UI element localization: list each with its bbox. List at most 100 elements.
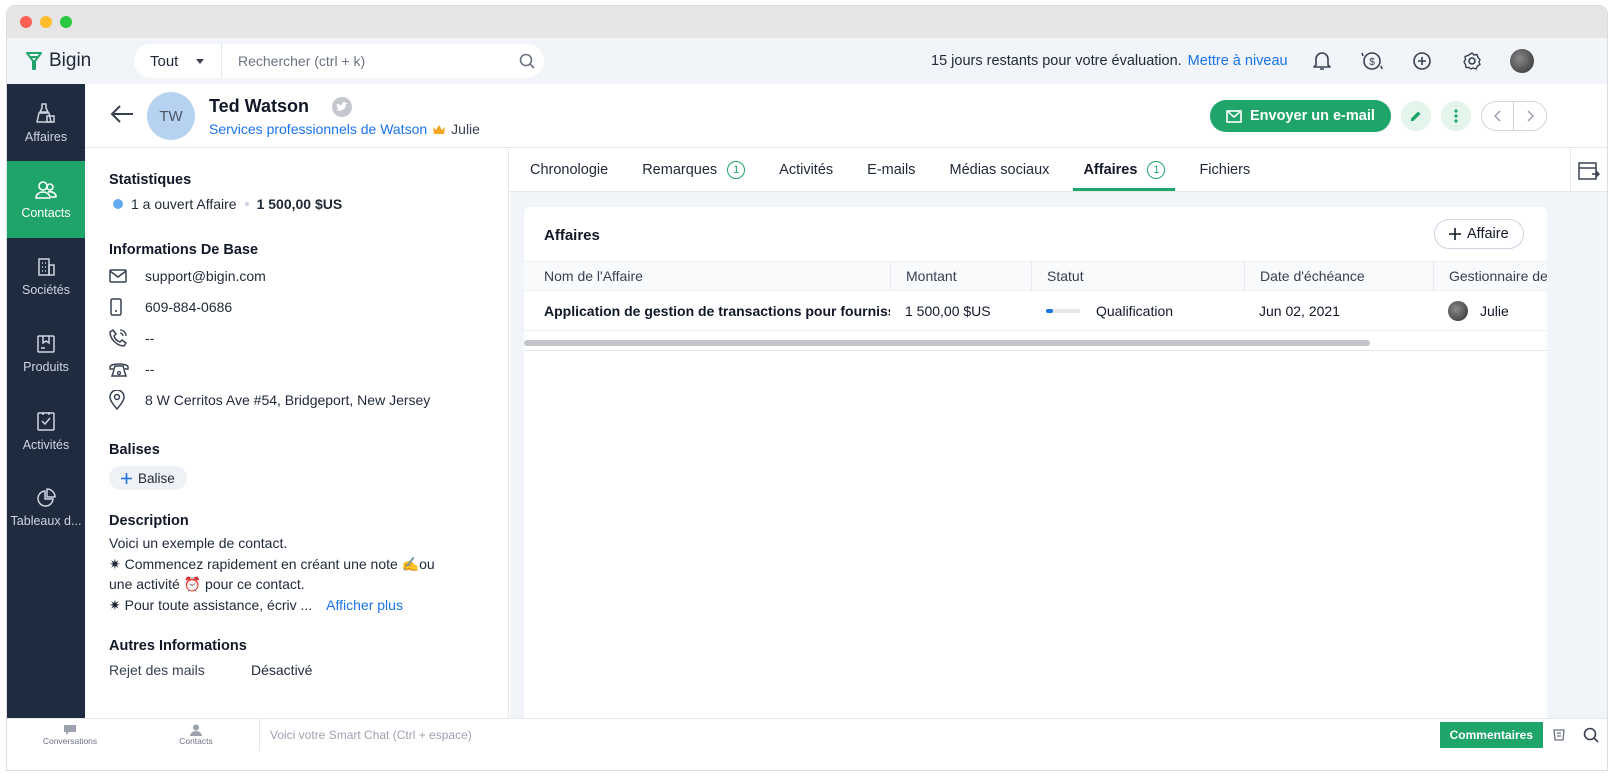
products-icon xyxy=(37,334,55,353)
deals-icon xyxy=(36,102,55,123)
other-info-title: Autres Informations xyxy=(109,638,247,654)
brand-name: Bigin xyxy=(49,50,92,71)
sidebar-item-tableaux[interactable]: Tableaux d... xyxy=(7,469,85,546)
deal-name-cell[interactable]: Application de gestion de transactions p… xyxy=(524,291,890,330)
contacts-chat-button[interactable]: Contacts xyxy=(133,719,259,751)
description-title: Description xyxy=(109,513,189,529)
search-input[interactable]: Rechercher (ctrl + k) xyxy=(222,53,510,69)
header-actions: Envoyer un e-mail xyxy=(1210,100,1547,132)
tags-title: Balises xyxy=(109,442,160,458)
brand-logo[interactable]: Bigin xyxy=(7,50,125,72)
column-header-name[interactable]: Nom de l'Affaire xyxy=(524,262,890,290)
contact-avatar[interactable]: TW xyxy=(147,92,195,140)
column-header-amount[interactable]: Montant xyxy=(890,262,1031,290)
person-icon xyxy=(190,724,202,736)
tab-chronologie[interactable]: Chronologie xyxy=(530,148,608,191)
sidebar-item-label: Sociétés xyxy=(22,282,70,297)
minimize-window-button[interactable] xyxy=(40,16,52,28)
sidebar-item-affaires[interactable]: Affaires xyxy=(7,84,85,161)
table-row[interactable]: Application de gestion de transactions p… xyxy=(524,291,1547,331)
tab-fichiers[interactable]: Fichiers xyxy=(1199,148,1250,191)
close-window-button[interactable] xyxy=(20,16,32,28)
crown-icon xyxy=(433,124,446,134)
more-options-button[interactable] xyxy=(1440,101,1471,131)
edit-button[interactable] xyxy=(1400,101,1431,131)
add-circle-icon[interactable] xyxy=(1409,48,1435,74)
sidebar-item-activites[interactable]: Activités xyxy=(7,392,85,469)
back-arrow-icon[interactable] xyxy=(109,104,135,129)
smart-chat-input[interactable]: Voici votre Smart Chat (Ctrl + espace) xyxy=(259,718,1440,751)
tab-emails[interactable]: E-mails xyxy=(867,148,915,191)
global-search: Tout Rechercher (ctrl + k) xyxy=(134,44,544,78)
search-scope-label: Tout xyxy=(150,52,179,70)
send-email-button[interactable]: Envoyer un e-mail xyxy=(1210,100,1391,132)
upgrade-link[interactable]: Mettre à niveau xyxy=(1188,53,1288,69)
stage-progress-fill xyxy=(1046,308,1053,313)
tab-medias-sociaux[interactable]: Médias sociaux xyxy=(950,148,1050,191)
add-tag-button[interactable]: Balise xyxy=(109,466,187,490)
plus-icon xyxy=(1449,228,1461,240)
previous-record-button[interactable] xyxy=(1482,102,1515,130)
column-header-stage[interactable]: Statut xyxy=(1031,262,1244,290)
feedback-icon[interactable] xyxy=(1543,728,1575,742)
deal-amount-cell: 1 500,00 $US xyxy=(905,302,991,319)
user-avatar[interactable] xyxy=(1509,48,1535,74)
tab-activites[interactable]: Activités xyxy=(779,148,833,191)
sales-signals-icon[interactable]: $ xyxy=(1359,48,1385,74)
gear-icon[interactable] xyxy=(1459,48,1485,74)
mail-icon xyxy=(109,268,145,283)
trial-text: 15 jours restants pour votre évaluation. xyxy=(931,53,1182,69)
mobile-value[interactable]: 609-884-0686 xyxy=(145,299,232,315)
plus-icon xyxy=(121,472,132,484)
stage-progress-bar xyxy=(1046,308,1080,313)
search-icon[interactable] xyxy=(1575,727,1607,743)
sidebar-item-label: Affaires xyxy=(24,129,68,144)
stats-title: Statistiques xyxy=(109,172,192,188)
deal-stage-cell: Qualification xyxy=(1031,291,1244,330)
deal-stage-label: Qualification xyxy=(1096,302,1174,319)
add-deal-button[interactable]: Affaire xyxy=(1434,219,1524,249)
contact-company-row: Services professionnels de Watson Julie xyxy=(209,121,480,137)
phone-value: -- xyxy=(145,329,155,346)
search-scope-dropdown[interactable]: Tout xyxy=(134,44,222,78)
tab-label: Remarques xyxy=(642,161,718,178)
details-panel: Statistiques 1 a ouvert Affaire 1 500,00… xyxy=(85,149,509,724)
activities-icon xyxy=(37,411,55,431)
search-icon[interactable] xyxy=(510,53,544,69)
next-record-button[interactable] xyxy=(1514,102,1546,130)
horizontal-scrollbar[interactable] xyxy=(524,337,1547,351)
comments-button[interactable]: Commentaires xyxy=(1439,721,1543,748)
tab-options-button[interactable] xyxy=(1570,149,1607,192)
dashboards-icon xyxy=(37,487,56,507)
deal-due-date-cell: Jun 02, 2021 xyxy=(1259,302,1340,319)
show-more-link[interactable]: Afficher plus xyxy=(326,597,403,613)
tab-affaires[interactable]: Affaires 1 xyxy=(1073,148,1176,191)
send-email-label: Envoyer un e-mail xyxy=(1250,108,1375,124)
bell-icon[interactable] xyxy=(1309,48,1335,74)
column-header-owner[interactable]: Gestionnaire de xyxy=(1433,262,1547,290)
email-value[interactable]: support@bigin.com xyxy=(145,268,266,284)
conversations-button[interactable]: Conversations xyxy=(7,719,133,751)
sidebar-item-societes[interactable]: Sociétés xyxy=(7,238,85,315)
other-phone-value: -- xyxy=(145,360,155,377)
maximize-window-button[interactable] xyxy=(60,16,72,28)
twitter-icon[interactable] xyxy=(332,97,352,117)
sidebar-item-contacts[interactable]: Contacts xyxy=(7,161,85,238)
kebab-menu-icon xyxy=(1454,109,1458,123)
column-header-due-date[interactable]: Date d'échéance xyxy=(1244,262,1433,290)
add-deal-label: Affaire xyxy=(1467,226,1509,242)
mobile-icon xyxy=(109,297,145,316)
tab-label: Fichiers xyxy=(1199,161,1251,178)
sidebar-item-produits[interactable]: Produits xyxy=(7,315,85,392)
description-line-text: ✷ Pour toute assistance, écriv ... xyxy=(109,596,313,613)
tab-count-badge: 1 xyxy=(1147,160,1166,179)
stats-amount: 1 500,00 $US xyxy=(256,196,343,212)
tab-remarques[interactable]: Remarques 1 xyxy=(642,148,746,191)
contacts-icon xyxy=(35,180,57,199)
contact-header: TW Ted Watson Services professionnels de… xyxy=(85,84,1607,148)
top-icons: $ xyxy=(1309,38,1535,84)
sidebar: Affaires Contacts Sociétés Produits Acti… xyxy=(7,84,85,724)
related-panel: Chronologie Remarques 1 Activités E-mails… xyxy=(510,149,1607,724)
scrollbar-thumb[interactable] xyxy=(524,340,1370,346)
company-link[interactable]: Services professionnels de Watson xyxy=(209,121,427,137)
